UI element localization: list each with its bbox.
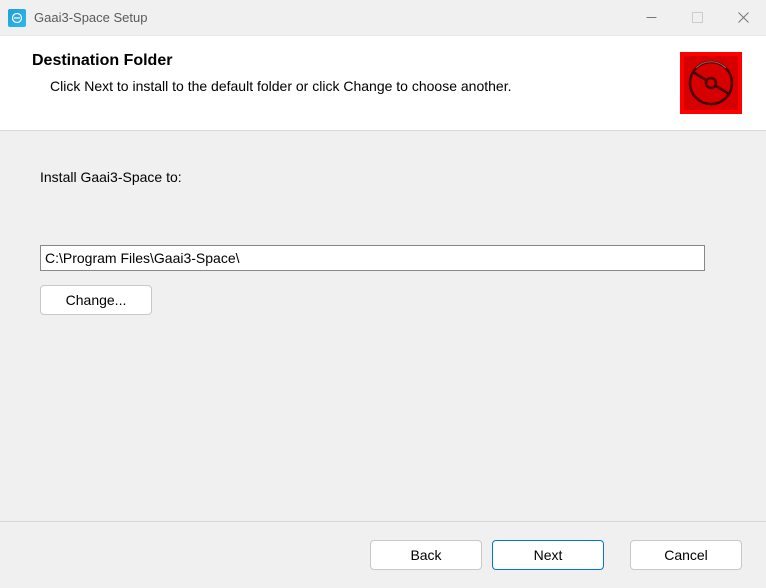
window-title: Gaai3-Space Setup xyxy=(34,10,628,25)
maximize-button xyxy=(674,0,720,35)
window-controls xyxy=(628,0,766,35)
install-path-input[interactable] xyxy=(40,245,705,271)
header: Destination Folder Click Next to install… xyxy=(0,36,766,131)
footer: Back Next Cancel xyxy=(0,521,766,588)
minimize-button[interactable] xyxy=(628,0,674,35)
change-button[interactable]: Change... xyxy=(40,285,152,315)
content-area: Install Gaai3-Space to: Change... xyxy=(0,131,766,521)
install-to-label: Install Gaai3-Space to: xyxy=(40,169,726,185)
page-subtitle: Click Next to install to the default fol… xyxy=(32,78,668,94)
disc-icon xyxy=(680,52,742,114)
close-button[interactable] xyxy=(720,0,766,35)
header-text: Destination Folder Click Next to install… xyxy=(32,52,668,94)
titlebar: Gaai3-Space Setup xyxy=(0,0,766,36)
app-icon xyxy=(8,9,26,27)
next-button[interactable]: Next xyxy=(492,540,604,570)
cancel-button[interactable]: Cancel xyxy=(630,540,742,570)
back-button[interactable]: Back xyxy=(370,540,482,570)
page-title: Destination Folder xyxy=(32,52,668,70)
